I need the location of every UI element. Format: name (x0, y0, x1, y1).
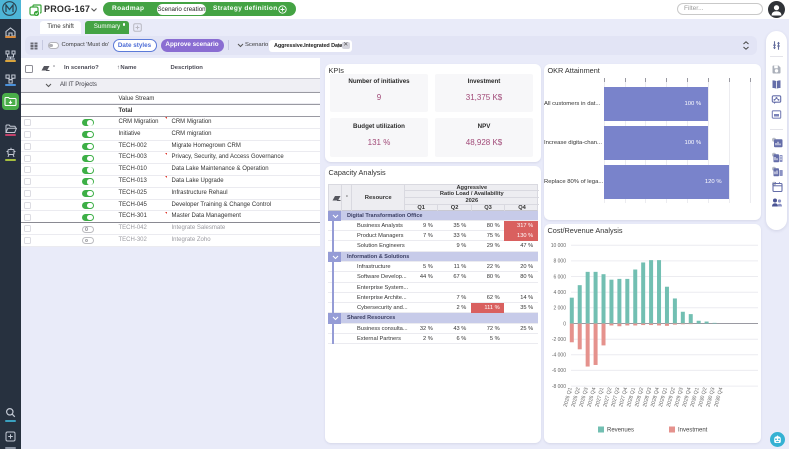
svg-text:Revenues: Revenues (607, 427, 634, 433)
svg-text:8 000: 8 000 (553, 258, 566, 264)
svg-text:0: 0 (563, 321, 566, 327)
svg-text:-8 000: -8 000 (552, 383, 566, 389)
svg-text:-4 000: -4 000 (552, 352, 566, 358)
svg-text:Investment: Investment (678, 427, 708, 433)
svg-text:6 000: 6 000 (553, 274, 566, 280)
svg-text:-2 000: -2 000 (552, 337, 566, 343)
svg-text:2 000: 2 000 (553, 305, 566, 311)
svg-text:-6 000: -6 000 (552, 368, 566, 374)
svg-text:10 000: 10 000 (551, 243, 567, 249)
svg-text:4 000: 4 000 (553, 290, 566, 296)
